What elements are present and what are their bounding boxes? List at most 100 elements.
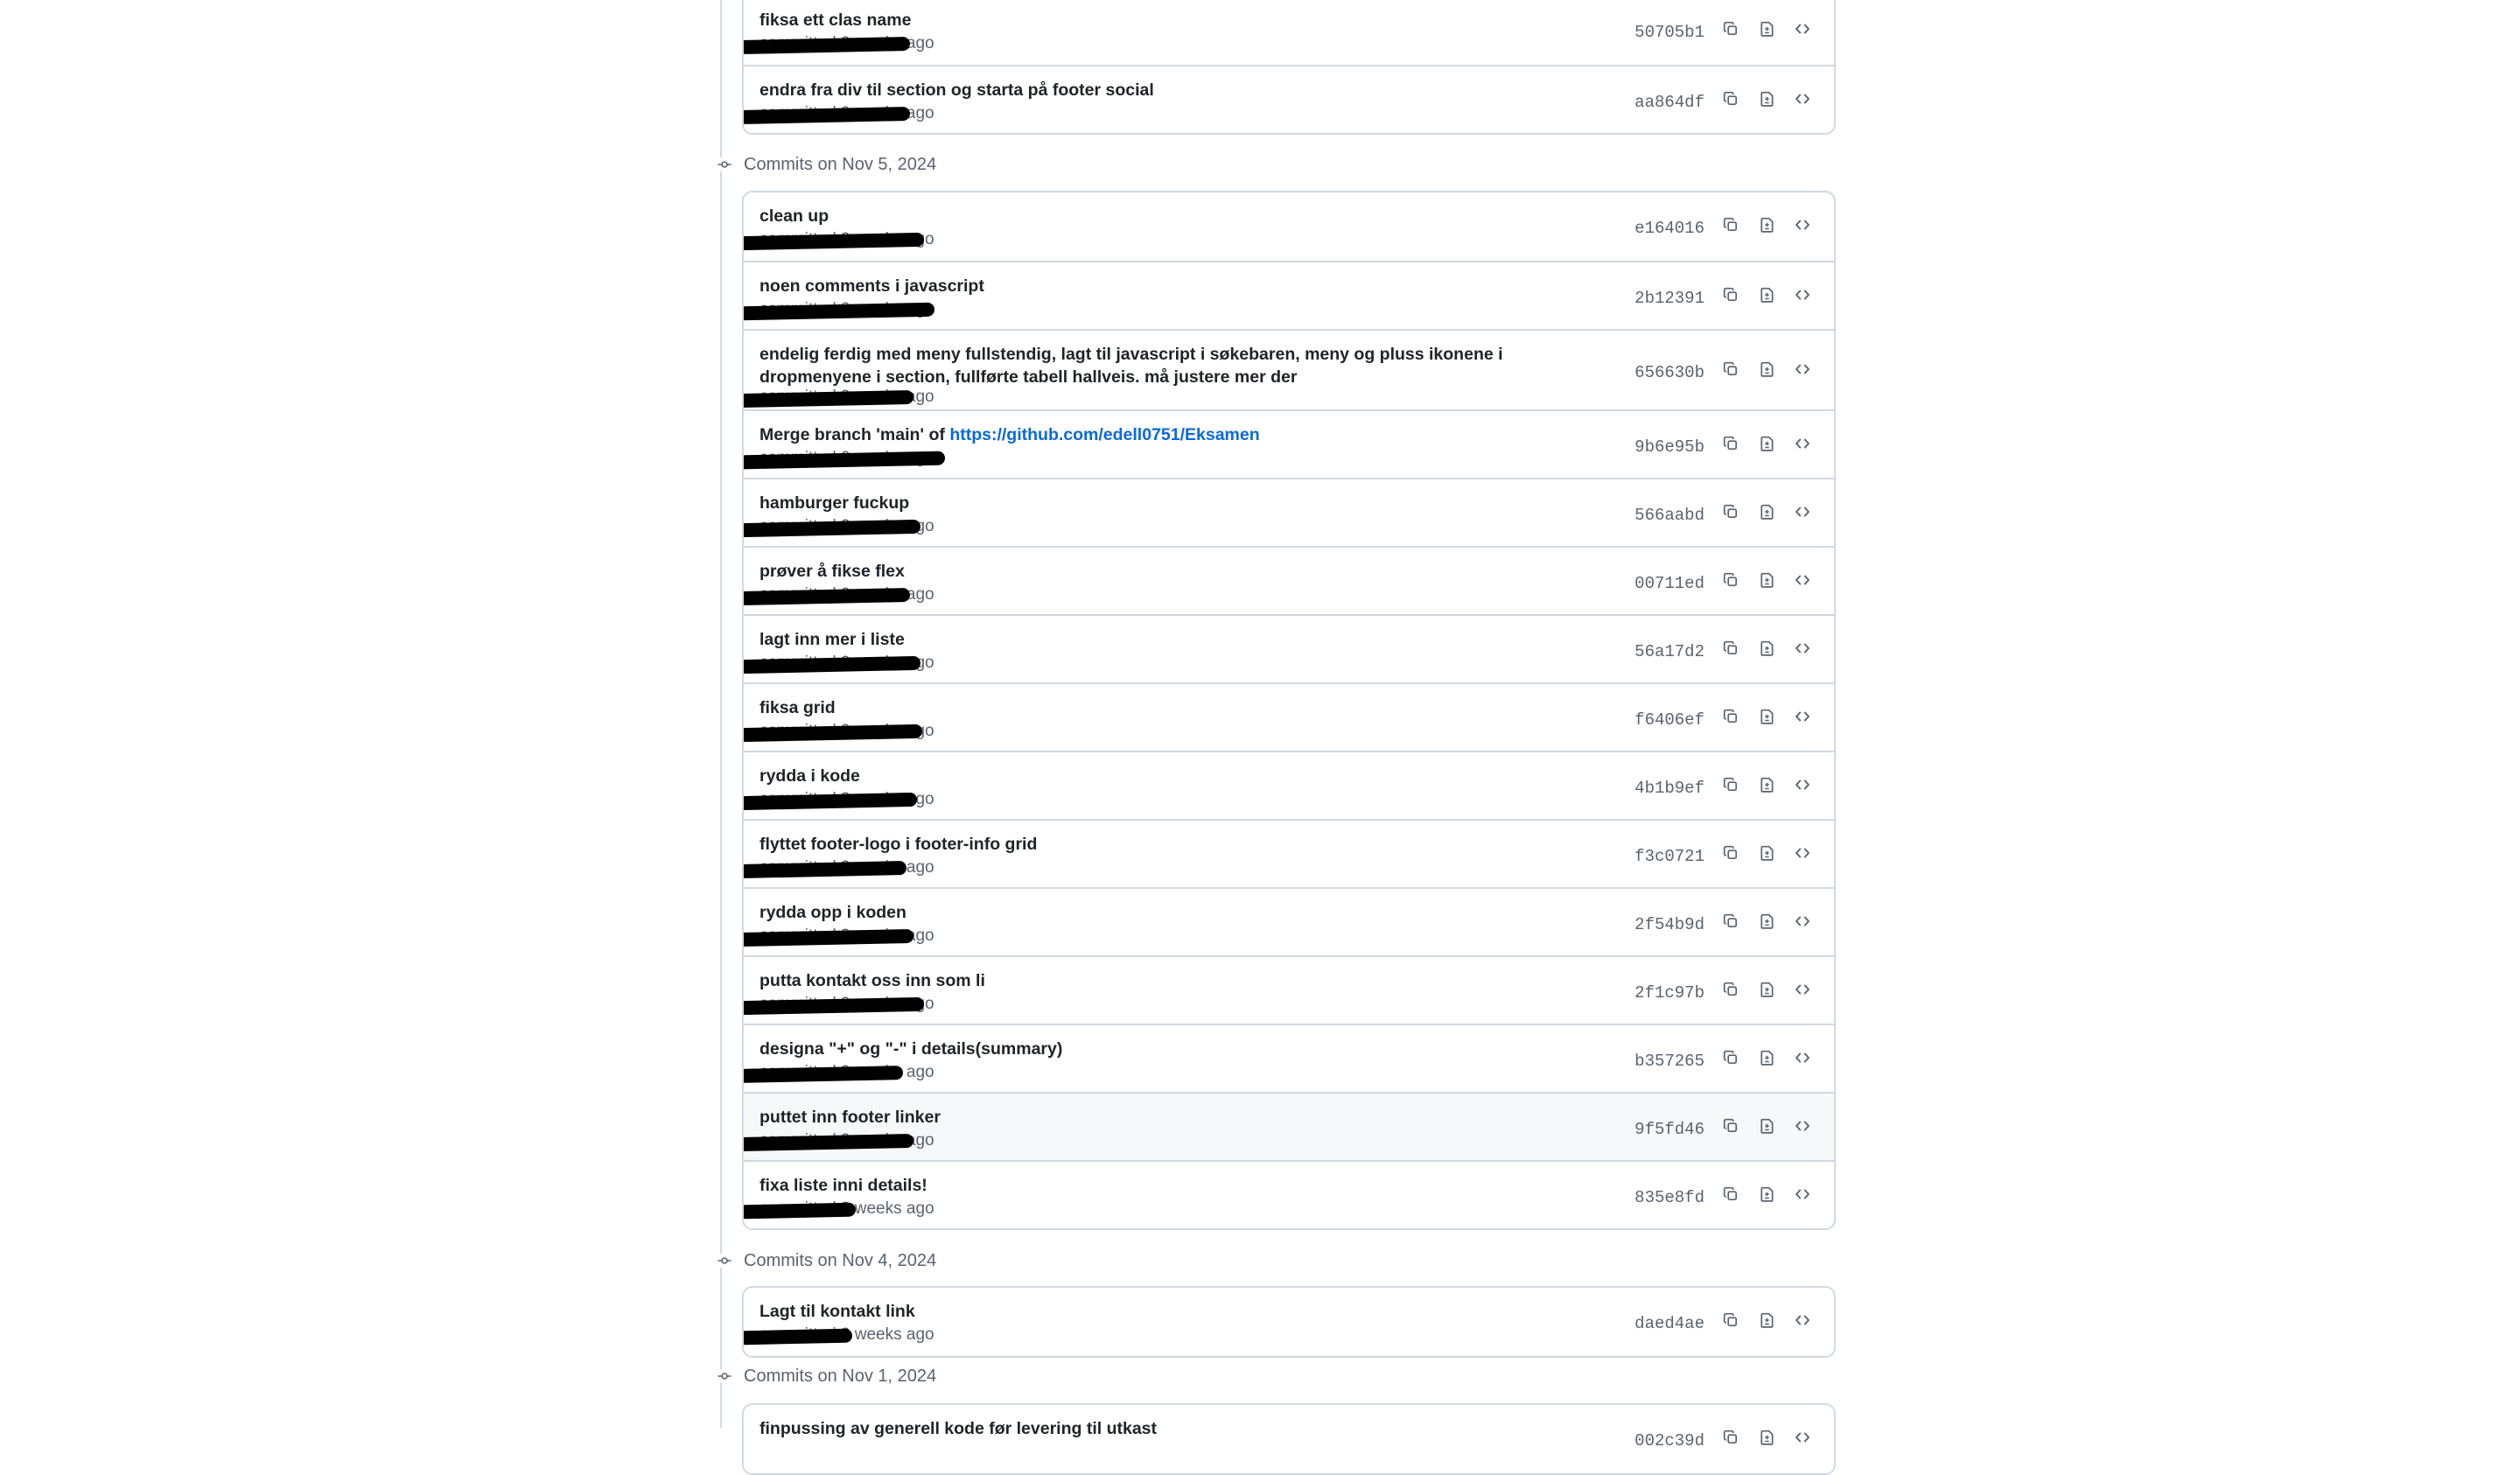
commit-sha[interactable]: aa864df xyxy=(1634,92,1704,113)
copy-icon[interactable] xyxy=(1718,1114,1743,1138)
commit-sha[interactable]: 2f1c97b xyxy=(1634,982,1704,1003)
commit-message-text[interactable]: Merge branch 'main' of xyxy=(760,425,949,444)
file-diff-icon[interactable] xyxy=(1755,841,1780,865)
commit-message[interactable]: fiksa grid xyxy=(760,696,1512,719)
commit-message-text[interactable]: endra fra div til section og starta på f… xyxy=(760,80,1154,100)
commit-row[interactable]: clean upcommitted 2 weeks agoe164016 xyxy=(744,192,1834,261)
code-icon[interactable] xyxy=(1790,772,1815,797)
copy-icon[interactable] xyxy=(1718,636,1743,661)
commit-message-text[interactable]: clean up xyxy=(760,206,829,226)
commit-message-text[interactable]: fiksa ett clas name xyxy=(760,10,911,30)
code-icon[interactable] xyxy=(1790,213,1815,237)
commit-message[interactable]: designa "+" og "-" i details(summary) xyxy=(760,1038,1512,1060)
commit-message-text[interactable]: endelig ferdig med meny fullstendig, lag… xyxy=(760,345,1503,387)
commit-row[interactable]: putta kontakt oss inn som licommitted 2 … xyxy=(744,955,1834,1024)
commit-row[interactable]: Lagt til kontakt linkcommitted 3 weeks a… xyxy=(744,1288,1834,1356)
commit-message[interactable]: flyttet footer-logo i footer-info grid xyxy=(760,833,1512,856)
copy-icon[interactable] xyxy=(1718,909,1743,933)
copy-icon[interactable] xyxy=(1718,283,1743,307)
commit-message-text[interactable]: prøver å fikse flex xyxy=(760,562,905,581)
commit-message[interactable]: noen comments i javascript xyxy=(760,275,1512,297)
code-icon[interactable] xyxy=(1790,1425,1815,1450)
copy-icon[interactable] xyxy=(1718,1045,1743,1070)
commit-sha[interactable]: b357265 xyxy=(1634,1051,1704,1072)
copy-icon[interactable] xyxy=(1718,977,1743,1002)
code-icon[interactable] xyxy=(1790,87,1815,111)
commit-row[interactable]: noen comments i javascriptcommitted 2 we… xyxy=(744,261,1834,329)
file-diff-icon[interactable] xyxy=(1755,1045,1780,1070)
copy-icon[interactable] xyxy=(1718,213,1743,237)
commit-message-link[interactable]: https://github.com/edell0751/Eksamen xyxy=(949,425,1259,444)
copy-icon[interactable] xyxy=(1718,17,1743,41)
file-diff-icon[interactable] xyxy=(1755,977,1780,1002)
code-icon[interactable] xyxy=(1790,1114,1815,1138)
file-diff-icon[interactable] xyxy=(1755,357,1780,381)
commit-message-text[interactable]: fiksa grid xyxy=(760,698,836,717)
code-icon[interactable] xyxy=(1790,704,1815,729)
commit-message-text[interactable]: noen comments i javascript xyxy=(760,276,984,296)
commit-sha[interactable]: 50705b1 xyxy=(1634,22,1704,43)
file-diff-icon[interactable] xyxy=(1755,500,1780,524)
file-diff-icon[interactable] xyxy=(1755,213,1780,237)
commit-row[interactable]: endelig ferdig med meny fullstendig, lag… xyxy=(744,329,1834,409)
commit-sha[interactable]: f3c0721 xyxy=(1634,846,1704,867)
commit-message[interactable]: endelig ferdig med meny fullstendig, lag… xyxy=(760,343,1512,388)
code-icon[interactable] xyxy=(1790,500,1815,524)
copy-icon[interactable] xyxy=(1718,87,1743,111)
commit-message[interactable]: hamburger fuckup xyxy=(760,492,1512,514)
commit-message[interactable]: clean up xyxy=(760,205,1512,227)
file-diff-icon[interactable] xyxy=(1755,17,1780,41)
commit-message[interactable]: Merge branch 'main' of https://github.co… xyxy=(760,423,1512,446)
commit-message-text[interactable]: flyttet footer-logo i footer-info grid xyxy=(760,835,1037,854)
commit-row[interactable]: hamburger fuckupcommitted 2 weeks ago566… xyxy=(744,478,1834,546)
commit-sha[interactable]: 835e8fd xyxy=(1634,1187,1704,1208)
commit-row[interactable]: prøver å fikse flexcommitted 2 weeks ago… xyxy=(744,546,1834,614)
commit-row[interactable]: endra fra div til section og starta på f… xyxy=(744,65,1834,133)
copy-icon[interactable] xyxy=(1718,1308,1743,1332)
commit-sha[interactable]: 9b6e95b xyxy=(1634,437,1704,458)
commit-sha[interactable]: 00711ed xyxy=(1634,573,1704,594)
copy-icon[interactable] xyxy=(1718,431,1743,456)
commit-sha[interactable]: daed4ae xyxy=(1634,1313,1704,1334)
commit-message-text[interactable]: finpussing av generell kode før levering… xyxy=(760,1419,1157,1438)
commit-message[interactable]: puttet inn footer linker xyxy=(760,1106,1512,1129)
code-icon[interactable] xyxy=(1790,17,1815,41)
code-icon[interactable] xyxy=(1790,1182,1815,1206)
commit-message[interactable]: endra fra div til section og starta på f… xyxy=(760,79,1512,101)
commit-message[interactable]: putta kontakt oss inn som li xyxy=(760,969,1512,992)
file-diff-icon[interactable] xyxy=(1755,1308,1780,1332)
copy-icon[interactable] xyxy=(1718,568,1743,592)
commit-message-text[interactable]: rydda opp i koden xyxy=(760,903,906,922)
commit-message-text[interactable]: rydda i kode xyxy=(760,766,860,786)
commit-message[interactable]: fiksa ett clas name xyxy=(760,9,1512,31)
commit-sha[interactable]: 2b12391 xyxy=(1634,288,1704,309)
commit-message-text[interactable]: designa "+" og "-" i details(summary) xyxy=(760,1039,1062,1059)
code-icon[interactable] xyxy=(1790,1308,1815,1332)
commit-message[interactable]: rydda i kode xyxy=(760,765,1512,787)
commit-row[interactable]: puttet inn footer linkercommitted 2 week… xyxy=(744,1092,1834,1160)
commit-row[interactable]: fixa liste inni details!committed 2 week… xyxy=(744,1160,1834,1228)
commit-row[interactable]: fiksa ett clas namecommitted 2 weeks ago… xyxy=(744,0,1834,65)
code-icon[interactable] xyxy=(1790,283,1815,307)
commit-sha[interactable]: e164016 xyxy=(1634,218,1704,239)
commit-message-text[interactable]: puttet inn footer linker xyxy=(760,1108,941,1127)
copy-icon[interactable] xyxy=(1718,1182,1743,1206)
copy-icon[interactable] xyxy=(1718,1425,1743,1450)
copy-icon[interactable] xyxy=(1718,357,1743,381)
code-icon[interactable] xyxy=(1790,431,1815,456)
commit-sha[interactable]: 2f54b9d xyxy=(1634,914,1704,935)
code-icon[interactable] xyxy=(1790,909,1815,933)
commit-row[interactable]: rydda opp i kodencommitted 2 weeks ago2f… xyxy=(744,887,1834,955)
commit-sha[interactable]: 56a17d2 xyxy=(1634,641,1704,662)
commit-message-text[interactable]: putta kontakt oss inn som li xyxy=(760,971,985,990)
commit-message[interactable]: rydda opp i koden xyxy=(760,901,1512,924)
copy-icon[interactable] xyxy=(1718,500,1743,524)
commit-row[interactable]: Merge branch 'main' of https://github.co… xyxy=(744,409,1834,478)
commit-row[interactable]: designa "+" og "-" i details(summary)com… xyxy=(744,1024,1834,1092)
commit-sha[interactable]: 002c39d xyxy=(1634,1430,1704,1451)
commit-message[interactable]: lagt inn mer i liste xyxy=(760,628,1512,651)
file-diff-icon[interactable] xyxy=(1755,1182,1780,1206)
file-diff-icon[interactable] xyxy=(1755,431,1780,456)
commit-message-text[interactable]: lagt inn mer i liste xyxy=(760,630,905,649)
file-diff-icon[interactable] xyxy=(1755,636,1780,661)
